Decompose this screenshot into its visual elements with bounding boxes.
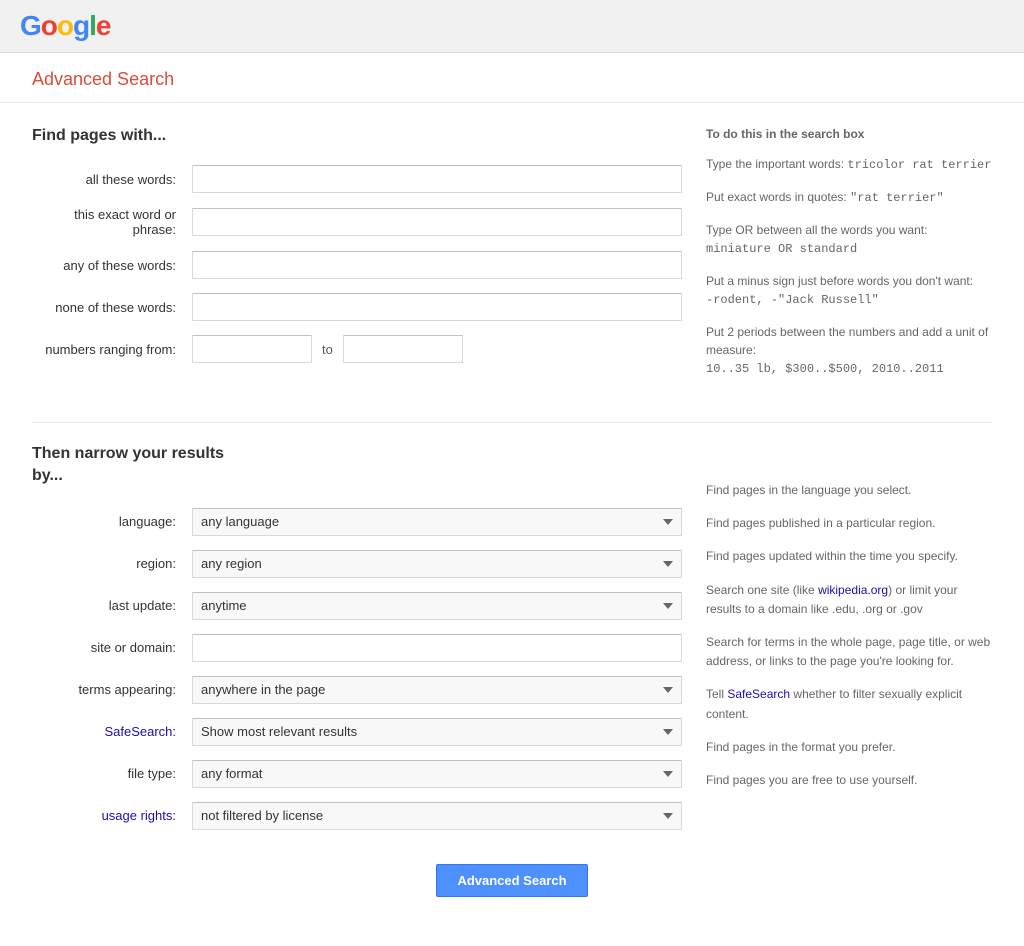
range-label: numbers ranging from: — [32, 342, 192, 357]
submit-area: Advanced Search — [32, 844, 992, 927]
none-words-hint: Put a minus sign just before words you d… — [706, 272, 992, 309]
right-column-heading: To do this in the search box — [706, 127, 992, 141]
file-type-row: file type: any format Adobe Acrobat PDF … — [32, 760, 682, 788]
find-pages-left: Find pages with... all these words: this… — [32, 127, 682, 392]
all-words-hint: Type the important words: tricolor rat t… — [706, 155, 992, 174]
region-select[interactable]: any region United States United Kingdom … — [192, 550, 682, 578]
exact-phrase-hint: Put exact words in quotes: "rat terrier" — [706, 188, 992, 207]
usage-rights-label[interactable]: usage rights: — [32, 808, 192, 823]
page-title: Advanced Search — [32, 69, 992, 90]
terms-appearing-hint: Search for terms in the whole page, page… — [706, 633, 992, 671]
site-domain-row: site or domain: — [32, 634, 682, 662]
advanced-search-button[interactable]: Advanced Search — [436, 864, 587, 897]
main-content: Find pages with... all these words: this… — [0, 103, 1024, 946]
range-from-input[interactable] — [192, 335, 312, 363]
usage-rights-hint: Find pages you are free to use yourself. — [706, 771, 992, 790]
find-pages-heading: Find pages with... — [32, 127, 682, 145]
any-words-label: any of these words: — [32, 258, 192, 273]
narrow-results-section: Then narrow your resultsby... language: … — [32, 443, 992, 844]
last-update-select[interactable]: anytime past 24 hours past week past mon… — [192, 592, 682, 620]
wikipedia-link[interactable]: wikipedia.org — [818, 583, 888, 597]
none-words-input[interactable] — [192, 293, 682, 321]
last-update-hint: Find pages updated within the time you s… — [706, 547, 992, 566]
region-row: region: any region United States United … — [32, 550, 682, 578]
terms-appearing-select[interactable]: anywhere in the page in the title of the… — [192, 676, 682, 704]
google-logo[interactable]: Google — [20, 10, 110, 42]
find-pages-right: To do this in the search box Type the im… — [706, 127, 992, 392]
terms-appearing-label: terms appearing: — [32, 682, 192, 697]
range-to-label: to — [322, 342, 333, 357]
any-words-row: any of these words: — [32, 251, 682, 279]
section-divider — [32, 422, 992, 423]
find-pages-section: Find pages with... all these words: this… — [32, 127, 992, 392]
header: Google — [0, 0, 1024, 53]
exact-phrase-input[interactable] — [192, 208, 682, 236]
region-hint: Find pages published in a particular reg… — [706, 514, 992, 533]
all-words-label: all these words: — [32, 172, 192, 187]
language-select[interactable]: any language English French German Spani… — [192, 508, 682, 536]
file-type-select[interactable]: any format Adobe Acrobat PDF (.pdf) Adob… — [192, 760, 682, 788]
range-to-input[interactable] — [343, 335, 463, 363]
safesearch-link[interactable]: SafeSearch — [727, 687, 790, 701]
exact-phrase-label: this exact word or phrase: — [32, 207, 192, 237]
site-domain-input[interactable] — [192, 634, 682, 662]
terms-appearing-row: terms appearing: anywhere in the page in… — [32, 676, 682, 704]
range-hint: Put 2 periods between the numbers and ad… — [706, 323, 992, 378]
range-row: numbers ranging from: to — [32, 335, 682, 363]
none-words-row: none of these words: — [32, 293, 682, 321]
file-type-label: file type: — [32, 766, 192, 781]
site-domain-hint: Search one site (like wikipedia.org) or … — [706, 581, 992, 619]
language-row: language: any language English French Ge… — [32, 508, 682, 536]
region-label: region: — [32, 556, 192, 571]
narrow-right: Find pages in the language you select. F… — [706, 443, 992, 844]
any-words-input[interactable] — [192, 251, 682, 279]
narrow-heading: Then narrow your resultsby... — [32, 443, 682, 488]
last-update-row: last update: anytime past 24 hours past … — [32, 592, 682, 620]
all-words-row: all these words: — [32, 165, 682, 193]
safesearch-label[interactable]: SafeSearch: — [32, 724, 192, 739]
title-bar: Advanced Search — [0, 53, 1024, 103]
safesearch-hint: Tell SafeSearch whether to filter sexual… — [706, 685, 992, 723]
all-words-input[interactable] — [192, 165, 682, 193]
site-domain-label: site or domain: — [32, 640, 192, 655]
any-words-hint: Type OR between all the words you want: … — [706, 221, 992, 258]
none-words-label: none of these words: — [32, 300, 192, 315]
file-type-hint: Find pages in the format you prefer. — [706, 738, 992, 757]
language-label: language: — [32, 514, 192, 529]
exact-phrase-row: this exact word or phrase: — [32, 207, 682, 237]
last-update-label: last update: — [32, 598, 192, 613]
usage-rights-select[interactable]: not filtered by license free to use or s… — [192, 802, 682, 830]
usage-rights-row: usage rights: not filtered by license fr… — [32, 802, 682, 830]
narrow-left: Then narrow your resultsby... language: … — [32, 443, 682, 844]
language-hint: Find pages in the language you select. — [706, 481, 992, 500]
